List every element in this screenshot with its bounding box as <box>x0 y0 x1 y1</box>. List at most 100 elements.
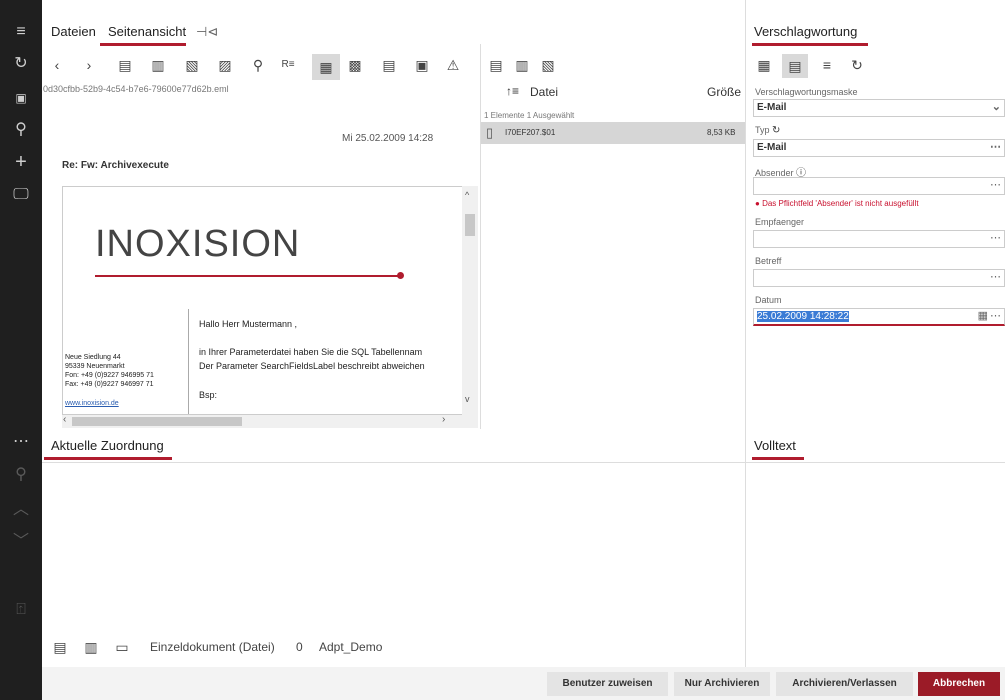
cancel-button[interactable]: Abbrechen <box>918 672 1000 696</box>
date-label: Datum <box>755 295 782 305</box>
horizontal-scrollbar[interactable]: ‹ › <box>62 414 478 428</box>
right-panel-divider <box>745 0 746 672</box>
pin-icon[interactable]: ⊣⊲ <box>196 24 218 40</box>
more-options-icon[interactable]: ⋯ <box>990 140 1001 153</box>
mask-label: Verschlagwortungsmaske <box>755 87 858 97</box>
grid-icon[interactable]: ▦ <box>755 56 773 74</box>
list-edit-icon[interactable]: ≡ <box>818 56 836 74</box>
document-icon-2[interactable]: ▥ <box>149 56 167 74</box>
address-line: Fax: +49 (0)9227 946997 71 <box>65 381 154 388</box>
scroll-left-icon[interactable]: ‹ <box>63 414 66 425</box>
document-icon-4[interactable]: ▨ <box>216 56 234 74</box>
more-icon[interactable]: ⋯ <box>0 430 42 454</box>
document-view-icon[interactable]: ▤ <box>51 638 69 656</box>
file-icon: ▯ <box>486 125 494 140</box>
scroll-up-icon[interactable]: ^ <box>465 190 469 200</box>
address-block: Neue Siedlung 44 95339 Neuenmarkt Fon: +… <box>65 353 154 408</box>
scrollbar-thumb[interactable] <box>72 417 242 426</box>
mail-greeting: Hallo Herr Mustermann , <box>199 319 298 329</box>
document-icon-5[interactable]: ▩ <box>346 56 364 74</box>
document-icon-6[interactable]: ▤ <box>380 56 398 74</box>
file-name: I70EF207.$01 <box>505 128 556 137</box>
subject-field[interactable]: ⋯ <box>753 269 1005 287</box>
sort-icon[interactable]: ↑≡ <box>506 84 519 98</box>
mail-body-line: Bsp: <box>199 390 218 400</box>
warning-icon[interactable]: ⚠ <box>444 56 462 74</box>
sender-error: ● Das Pflichtfeld 'Absender' ist nicht a… <box>755 199 919 208</box>
web-link[interactable]: www.inoxision.de <box>65 399 154 408</box>
scroll-right-icon[interactable]: › <box>442 414 445 425</box>
type-label: Typ ↻ <box>755 125 780 136</box>
col-file-header[interactable]: Datei <box>530 85 558 99</box>
text-search-icon[interactable]: R≡ <box>279 56 297 74</box>
col-size-header[interactable]: Größe <box>707 85 741 99</box>
more-options-icon[interactable]: ⋯ <box>990 270 1001 283</box>
more-options-icon[interactable]: ⋯ <box>990 309 1001 322</box>
logo-line <box>95 275 401 277</box>
file-size: 8,53 KB <box>707 128 736 137</box>
tab-indexing[interactable]: Verschlagwortung <box>754 24 857 39</box>
date-value: 25.02.2009 14:28:22 <box>757 311 849 322</box>
window-icon[interactable]: ▣ <box>0 86 42 110</box>
table-row[interactable]: ▯ I70EF207.$01 8,53 KB <box>481 122 745 144</box>
scrollbar-thumb[interactable] <box>465 214 475 236</box>
left-rail: ≡ ↻ ▣ ⚲ + 🖵 ⋯ ⚲ ︿ ﹀ ⍐ <box>0 0 42 700</box>
mail-body-frame: INOXISION Neue Siedlung 44 95339 Neuenma… <box>62 186 462 415</box>
document-export-icon[interactable]: ▧ <box>539 56 557 74</box>
zoom-icon[interactable]: ⚲ <box>249 56 267 74</box>
assignment-tab-underline <box>44 457 172 460</box>
search-icon[interactable]: ⚲ <box>0 118 42 142</box>
document-lock-icon[interactable]: ▥ <box>82 638 100 656</box>
tab-files[interactable]: Dateien <box>51 24 96 39</box>
address-line: Fon: +49 (0)9227 946995 71 <box>65 372 154 379</box>
logo-text: INOXISION <box>95 223 301 265</box>
chevron-down-icon[interactable]: ⌄ <box>992 100 1001 113</box>
mail-body-line: in Ihrer Parameterdatei haben Sie die SQ… <box>199 347 423 357</box>
document-icon-3[interactable]: ▧ <box>183 56 201 74</box>
reset-icon[interactable]: ↻ <box>772 125 780 136</box>
archive-only-button[interactable]: Nur Archivieren <box>674 672 770 696</box>
add-icon[interactable]: + <box>0 150 42 174</box>
archive-leave-button[interactable]: Archivieren/Verlassen <box>776 672 913 696</box>
tab-current-assignment[interactable]: Aktuelle Zuordnung <box>51 438 164 453</box>
assign-user-button[interactable]: Benutzer zuweisen <box>547 672 668 696</box>
menu-icon[interactable]: ≡ <box>0 20 42 44</box>
document-split-icon[interactable]: ▭ <box>113 638 131 656</box>
document-add-icon[interactable]: ▥ <box>513 56 531 74</box>
vertical-scrollbar[interactable]: ^ v <box>462 186 478 415</box>
mask-select[interactable]: E-Mail ⌄ <box>753 99 1005 117</box>
refresh-icon[interactable]: ↻ <box>0 52 42 76</box>
form-view-icon[interactable]: ▤ <box>782 54 808 78</box>
file-id: 0d30cfbb-52b9-4c54-b7e6-79600e77d62b.eml <box>43 84 229 94</box>
monitor-icon[interactable]: 🖵 <box>0 183 42 207</box>
recipient-field[interactable]: ⋯ <box>753 230 1005 248</box>
back-icon[interactable]: ‹ <box>48 56 66 74</box>
email-view-icon[interactable]: ▦ <box>312 54 340 80</box>
scroll-down-icon[interactable]: v <box>465 394 470 404</box>
status-count: 0 <box>296 640 303 654</box>
sender-error-text: Das Pflichtfeld 'Absender' ist nicht aus… <box>762 199 919 208</box>
active-tab-underline <box>100 43 186 46</box>
document-icon-1[interactable]: ▤ <box>116 56 134 74</box>
more-options-icon[interactable]: ⋯ <box>990 231 1001 244</box>
indexing-tab-underline <box>752 43 868 46</box>
forward-icon[interactable]: › <box>80 56 98 74</box>
status-doc-type: Einzeldokument (Datei) <box>150 640 275 654</box>
document-icon-7[interactable]: ▣ <box>413 56 431 74</box>
more-options-icon[interactable]: ⋯ <box>990 178 1001 191</box>
sender-field[interactable]: ⋯ <box>753 177 1005 195</box>
folder-icon[interactable]: ▤ <box>487 56 505 74</box>
selection-summary: 1 Elemente 1 Ausgewählt <box>484 111 575 120</box>
date-field[interactable]: 25.02.2009 14:28:22 ▦ ⋯ <box>753 308 1005 326</box>
type-field[interactable]: E-Mail ⋯ <box>753 139 1005 157</box>
calendar-icon[interactable]: ▦ <box>978 309 988 322</box>
tab-fulltext[interactable]: Volltext <box>754 438 796 453</box>
error-icon: ● <box>755 199 760 208</box>
column-divider <box>480 44 481 429</box>
upload-icon: ⍐ <box>16 601 26 618</box>
status-demo: Adpt_Demo <box>319 640 383 654</box>
logo-dot <box>397 272 404 279</box>
refresh-panel-icon[interactable]: ↻ <box>848 56 866 74</box>
tab-page-view[interactable]: Seitenansicht <box>108 24 186 39</box>
mask-value: E-Mail <box>757 102 787 113</box>
